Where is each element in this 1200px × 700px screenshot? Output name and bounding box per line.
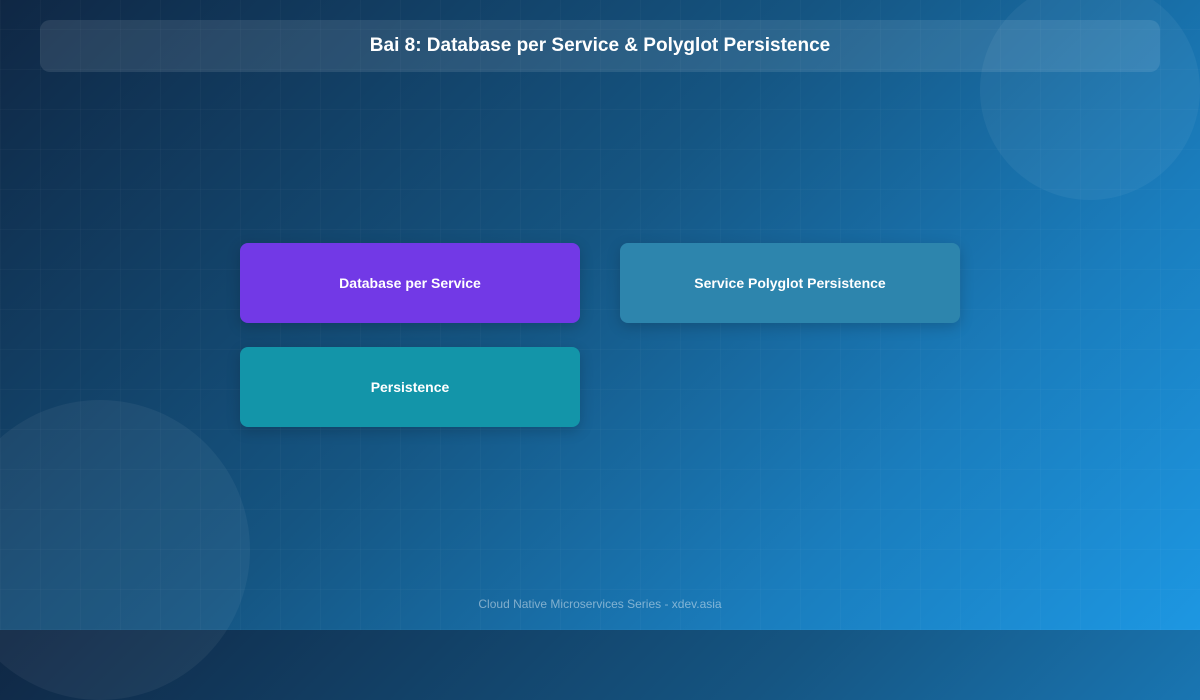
footer-text: Cloud Native Microservices Series - xdev… [478,597,722,611]
card-label: Service Polyglot Persistence [694,275,886,291]
decorative-circle-bottom-left [0,400,250,700]
page-title: Bai 8: Database per Service & Polyglot P… [369,35,831,56]
title-bar: Bai 8: Database per Service & Polyglot P… [40,20,1160,72]
card-database-per-service[interactable]: Database per Service [240,243,580,323]
card-label: Persistence [370,379,450,395]
card-service-polyglot-persistence[interactable]: Service Polyglot Persistence [620,243,960,323]
card-label: Database per Service [339,275,481,291]
card-persistence[interactable]: Persistence [240,347,580,427]
